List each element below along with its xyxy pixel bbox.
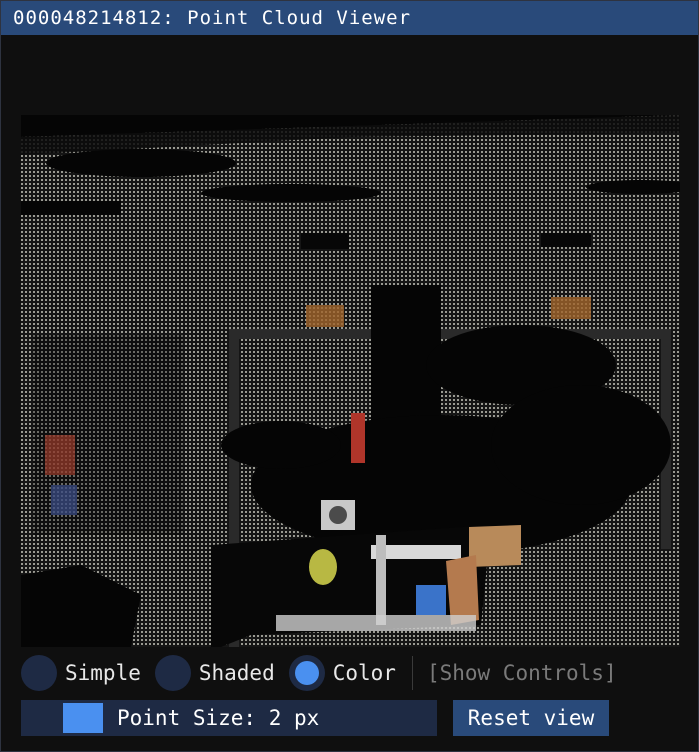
reset-view-button[interactable]: Reset view — [453, 700, 609, 736]
radio-simple-label: Simple — [65, 661, 141, 685]
point-size-slider-handle[interactable] — [63, 703, 103, 733]
radio-color-label: Color — [332, 661, 396, 685]
radio-color[interactable]: Color — [288, 655, 396, 691]
controls-separator — [411, 656, 413, 690]
radio-shaded[interactable]: Shaded — [154, 655, 275, 691]
point-cloud-viewer-window: 000048214812: Point Cloud Viewer Simple … — [0, 0, 699, 752]
point-size-label: Point Size: 2 px — [117, 706, 320, 730]
radio-selected-dot — [294, 661, 319, 685]
render-mode-controls: Simple Shaded Color [Show Controls] — [21, 653, 681, 693]
radio-simple-circle — [21, 655, 57, 691]
radio-shaded-label: Shaded — [198, 661, 275, 685]
point-cloud-viewport[interactable] — [21, 115, 680, 647]
bottom-controls: Point Size: 2 px Reset view — [21, 700, 609, 736]
title-bar[interactable]: 000048214812: Point Cloud Viewer — [1, 1, 698, 35]
point-size-slider[interactable]: Point Size: 2 px — [21, 700, 437, 736]
radio-simple[interactable]: Simple — [21, 655, 141, 691]
radio-shaded-circle — [154, 655, 191, 691]
radio-color-circle — [288, 655, 325, 691]
window-title: 000048214812: Point Cloud Viewer — [13, 7, 412, 29]
show-controls-button[interactable]: [Show Controls] — [427, 661, 617, 685]
